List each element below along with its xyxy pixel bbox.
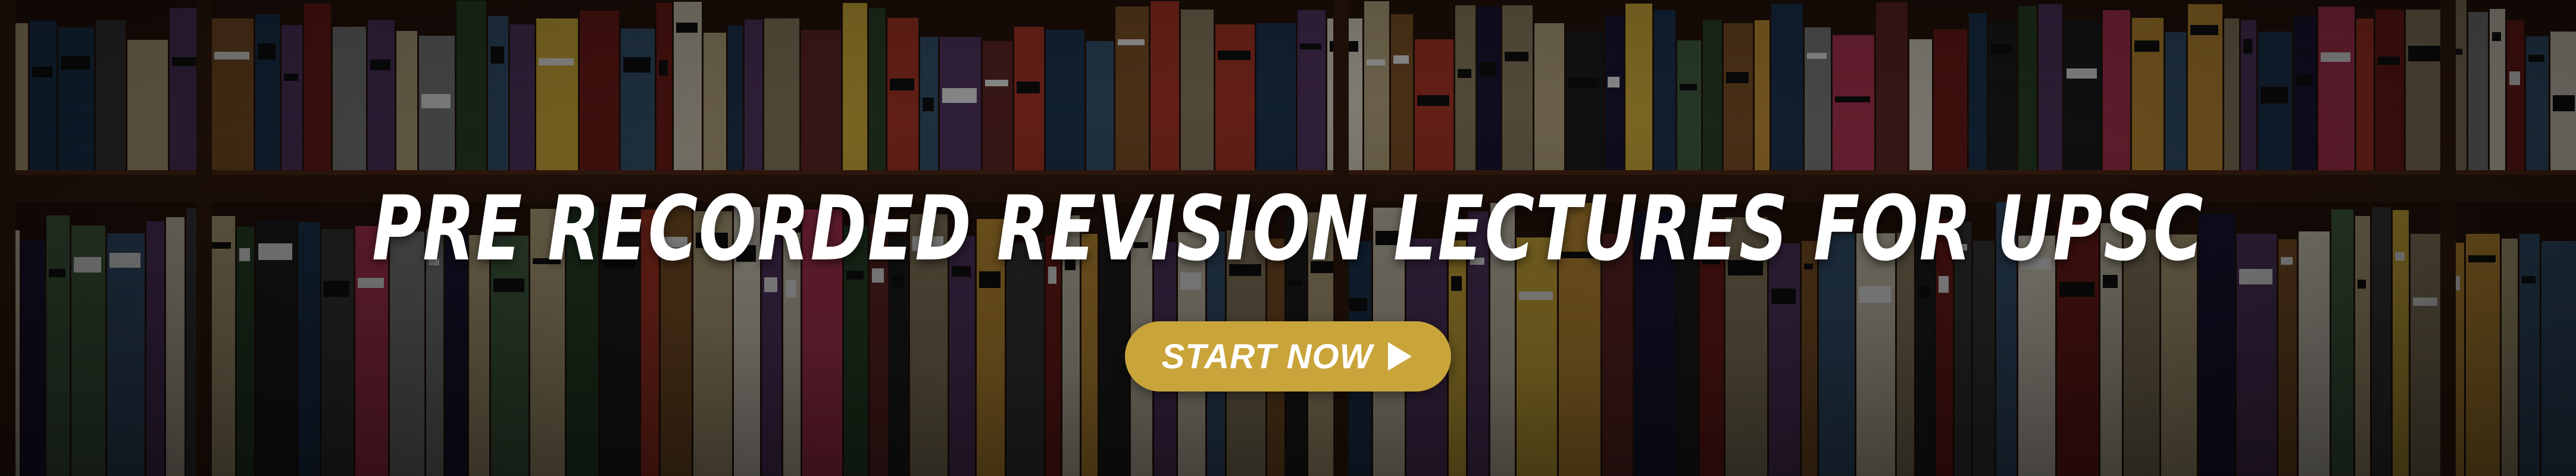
banner-headline: PRE RECORDED REVISION LECTURES FOR UPSC [372,177,2204,281]
start-now-label: START NOW [1161,337,1373,376]
play-icon [1388,342,1412,371]
start-now-button[interactable]: START NOW [1125,321,1451,392]
hero-banner: PRE RECORDED REVISION LECTURES FOR UPSC … [0,0,2576,476]
